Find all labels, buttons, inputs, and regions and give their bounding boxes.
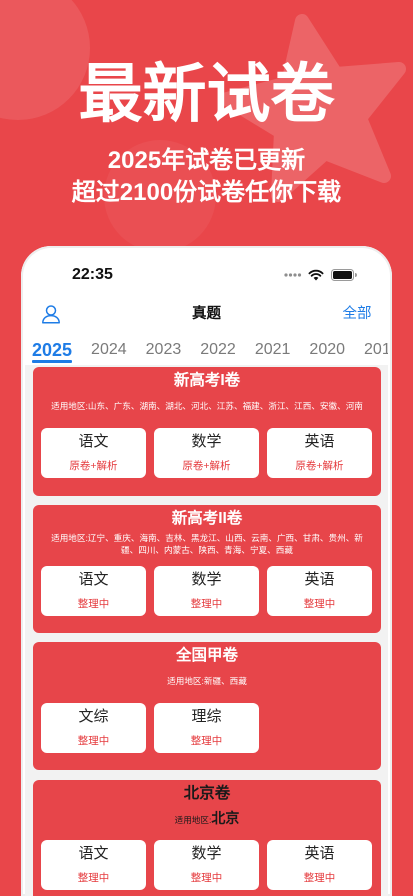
tab-201[interactable]: 201	[364, 339, 388, 361]
subject-name: 英语	[304, 845, 335, 862]
card-regions: 适用地区:新疆、西藏	[33, 669, 381, 693]
subject-buttons: 语文 整理中 数学 整理中 英语 整理中	[41, 840, 372, 890]
subject-name: 语文	[78, 433, 109, 450]
subject-name: 英语	[304, 571, 335, 588]
background-decoration	[0, 0, 406, 252]
tab-2025[interactable]: 2025	[32, 339, 73, 363]
regions-text: 适用地区:北京	[174, 810, 240, 826]
subject-button-english[interactable]: 英语 原卷+解析	[267, 428, 372, 478]
card-title: 新高考I卷	[173, 372, 241, 389]
phone-mockup: 22:35 真题 全部 2025 2024 2023 2022 2021 202…	[21, 246, 392, 896]
promo-subtitle-1: 2025年试卷已更新	[107, 147, 306, 174]
subject-button-english[interactable]: 英语 整理中	[267, 840, 372, 890]
exam-card-xingaokao-2: 新高考II卷 适用地区:辽宁、重庆、海南、吉林、黑龙江、山西、云南、广西、甘肃、…	[33, 505, 381, 633]
tab-2022[interactable]: 2022	[200, 339, 236, 361]
subject-buttons: 语文 整理中 数学 整理中 英语 整理中	[41, 566, 372, 616]
tab-2024[interactable]: 2024	[91, 339, 127, 361]
region-list: 山东、广东、湖南、湖北、河北、江苏、福建、浙江、江西、安徽、河南	[87, 401, 363, 411]
subject-name: 英语	[304, 433, 335, 450]
region-label: 适用地区:	[51, 401, 88, 411]
subject-status: 整理中	[190, 872, 223, 884]
regions-text: 适用地区:山东、广东、湖南、湖北、河北、江苏、福建、浙江、江西、安徽、河南	[51, 400, 363, 412]
subject-button-science[interactable]: 理综 整理中	[154, 703, 259, 753]
subject-status: 整理中	[190, 735, 223, 747]
region-list: 北京	[211, 810, 240, 826]
subject-button-liberal-arts[interactable]: 文综 整理中	[41, 703, 146, 753]
region-label: 适用地区:	[167, 676, 204, 686]
exam-card-quanguo-jia: 全国甲卷 适用地区:新疆、西藏 文综 整理中 理综 整理中	[33, 642, 381, 770]
page-title: 真题	[192, 306, 221, 322]
status-time: 22:35	[72, 266, 113, 283]
exam-card-beijing: 北京卷 适用地区:北京 语文 整理中 数学 整理中 英语 整理中	[33, 780, 381, 896]
card-regions: 适用地区:辽宁、重庆、海南、吉林、黑龙江、山西、云南、广西、甘肃、贵州、新疆、四…	[33, 532, 381, 556]
subject-name: 语文	[78, 571, 109, 588]
regions-text: 适用地区:辽宁、重庆、海南、吉林、黑龙江、山西、云南、广西、甘肃、贵州、新疆、四…	[50, 532, 365, 556]
card-regions: 适用地区:北京	[33, 807, 381, 831]
tab-2023[interactable]: 2023	[146, 339, 182, 361]
region-label: 适用地区:	[51, 533, 88, 543]
subject-status: 原卷+解析	[69, 460, 118, 472]
subject-button-chinese[interactable]: 语文 原卷+解析	[41, 428, 146, 478]
subject-status: 整理中	[303, 598, 336, 610]
subject-status: 整理中	[77, 872, 110, 884]
tab-2021[interactable]: 2021	[255, 339, 291, 361]
subject-status: 整理中	[77, 598, 110, 610]
exam-card-xingaokao-1: 新高考I卷 适用地区:山东、广东、湖南、湖北、河北、江苏、福建、浙江、江西、安徽…	[33, 367, 381, 496]
subject-button-english[interactable]: 英语 整理中	[267, 566, 372, 616]
subject-button-chinese[interactable]: 语文 整理中	[41, 566, 146, 616]
subject-status: 整理中	[303, 872, 336, 884]
subject-status: 原卷+解析	[295, 460, 344, 472]
promo-headline: 最新试卷	[78, 58, 335, 130]
subject-buttons: 语文 原卷+解析 数学 原卷+解析 英语 原卷+解析	[41, 428, 372, 478]
all-button[interactable]: 全部	[341, 305, 373, 323]
subject-status: 原卷+解析	[182, 460, 231, 472]
exam-list: 新高考I卷 适用地区:山东、广东、湖南、湖北、河北、江苏、福建、浙江、江西、安徽…	[25, 365, 388, 896]
region-label: 适用地区:	[174, 815, 212, 825]
subject-name: 文综	[78, 708, 109, 725]
cellular-signal-icon	[284, 273, 302, 277]
card-title: 新高考II卷	[171, 510, 243, 527]
region-list: 辽宁、重庆、海南、吉林、黑龙江、山西、云南、广西、甘肃、贵州、新疆、四川、内蒙古…	[87, 533, 363, 555]
card-title: 北京卷	[183, 785, 231, 802]
subject-button-math[interactable]: 数学 整理中	[154, 566, 259, 616]
subject-status: 整理中	[190, 598, 223, 610]
year-tabs: 2025 2024 2023 2022 2021 2020 201	[32, 339, 388, 365]
subject-button-chinese[interactable]: 语文 整理中	[41, 840, 146, 890]
region-list: 新疆、西藏	[203, 676, 247, 686]
card-regions: 适用地区:山东、广东、湖南、湖北、河北、江苏、福建、浙江、江西、安徽、河南	[33, 394, 381, 418]
wifi-icon	[308, 269, 324, 281]
subject-buttons: 文综 整理中 理综 整理中	[41, 703, 259, 753]
exam-cards: 新高考I卷 适用地区:山东、广东、湖南、湖北、河北、江苏、福建、浙江、江西、安徽…	[33, 367, 381, 896]
subject-name: 数学	[191, 433, 222, 450]
subject-button-math[interactable]: 数学 整理中	[154, 840, 259, 890]
subject-button-math[interactable]: 数学 原卷+解析	[154, 428, 259, 478]
subject-name: 理综	[191, 708, 222, 725]
subject-name: 数学	[191, 571, 222, 588]
tab-2020[interactable]: 2020	[309, 339, 345, 361]
subject-name: 语文	[78, 845, 109, 862]
subject-name: 数学	[191, 845, 222, 862]
card-title: 全国甲卷	[175, 647, 238, 664]
battery-icon	[331, 269, 357, 281]
regions-text: 适用地区:新疆、西藏	[167, 675, 247, 687]
promo-subtitle-2: 超过2100份试卷任你下载	[71, 179, 342, 206]
subject-status: 整理中	[77, 735, 110, 747]
